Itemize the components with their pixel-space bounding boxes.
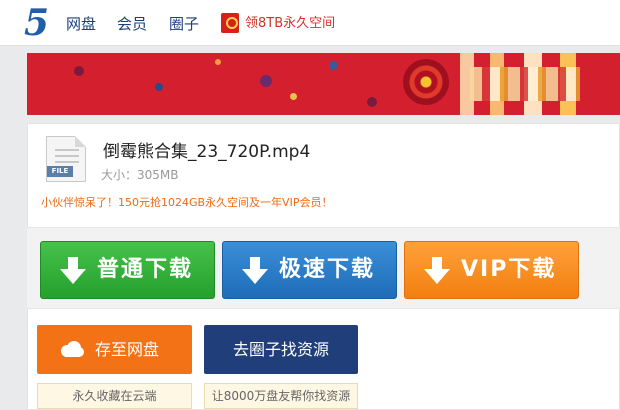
find-resources-button[interactable]: 去圈子找资源 [204,325,358,374]
cloud-icon [61,341,84,357]
file-size: 大小：305MB [101,168,179,182]
file-type-tag: FILE [47,166,73,177]
nav-item-member[interactable]: 会员 [117,14,147,34]
banner-decoration [74,66,84,76]
top-nav-bar: 5 网盘 会员 圈子 领8TB永久空间 [0,0,620,46]
banner-decoration [329,61,338,70]
download-arrow-icon [242,257,268,284]
vip-promo-text[interactable]: 小伙伴惊呆了！150元抢1024GB永久空间及一年VIP会员！ [41,196,332,210]
banner-decoration [260,75,272,87]
normal-download-button[interactable]: 普通下载 [40,241,215,299]
banner-decoration [215,59,221,65]
download-arrow-icon [60,257,86,284]
promo-banner[interactable] [27,53,620,115]
circle-note: 让8000万盘友帮你找资源 [204,383,358,409]
save-to-disk-label: 存至网盘 [95,340,160,359]
save-note: 永久收藏在云端 [37,383,192,409]
file-icon: FILE [46,136,86,182]
gift-icon[interactable] [221,13,239,33]
normal-download-label: 普通下载 [97,257,194,282]
banner-decoration [155,83,163,91]
save-to-disk-button[interactable]: 存至网盘 [37,325,192,374]
banner-decoration [367,97,377,107]
site-logo[interactable]: 5 [24,4,49,42]
download-arrow-icon [424,257,450,284]
vip-download-label: VIP下载 [461,257,557,282]
nav-item-wangpan[interactable]: 网盘 [66,14,96,34]
find-resources-label: 去圈子找资源 [232,340,329,359]
nav-item-circle[interactable]: 圈子 [169,14,199,34]
banner-decoration [290,93,297,100]
vip-download-button[interactable]: VIP下载 [404,241,579,299]
fast-download-button[interactable]: 极速下载 [222,241,397,299]
banner-graphic-text [470,67,580,101]
free-space-promo-link[interactable]: 领8TB永久空间 [245,15,335,33]
fast-download-label: 极速下载 [279,257,376,282]
flower-decoration [403,59,449,105]
file-name: 倒霉熊合集_23_720P.mp4 [103,142,311,162]
